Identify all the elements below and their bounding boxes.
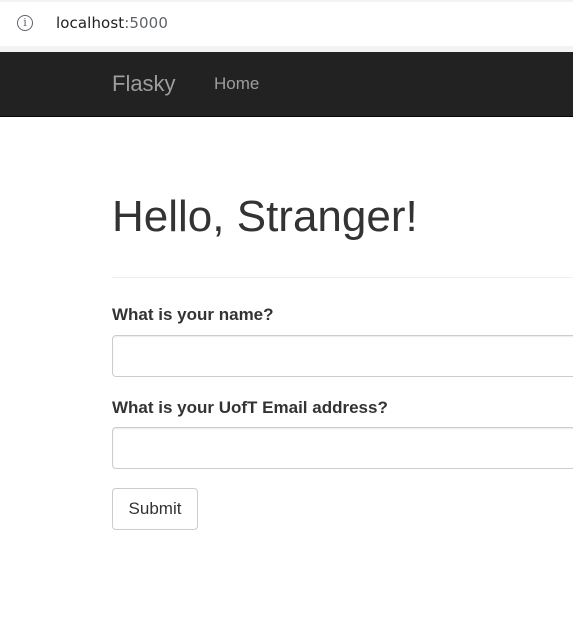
navbar: Flasky Home: [0, 52, 573, 117]
name-label: What is your name?: [112, 305, 274, 324]
header-divider: [112, 277, 573, 278]
nav-home-link[interactable]: Home: [214, 74, 259, 94]
url-text[interactable]: localhost:5000: [56, 14, 168, 32]
navbar-brand-link[interactable]: Flasky: [112, 71, 176, 97]
browser-toolbar: i localhost:5000: [0, 0, 573, 52]
email-label: What is your UofT Email address?: [112, 398, 388, 417]
url-port: :5000: [124, 14, 168, 32]
email-input[interactable]: [112, 427, 573, 469]
name-input[interactable]: [112, 335, 573, 377]
info-icon[interactable]: i: [17, 15, 33, 31]
url-host: localhost: [56, 14, 125, 32]
submit-button[interactable]: Submit: [112, 488, 198, 530]
page-title: Hello, Stranger!: [112, 192, 418, 241]
